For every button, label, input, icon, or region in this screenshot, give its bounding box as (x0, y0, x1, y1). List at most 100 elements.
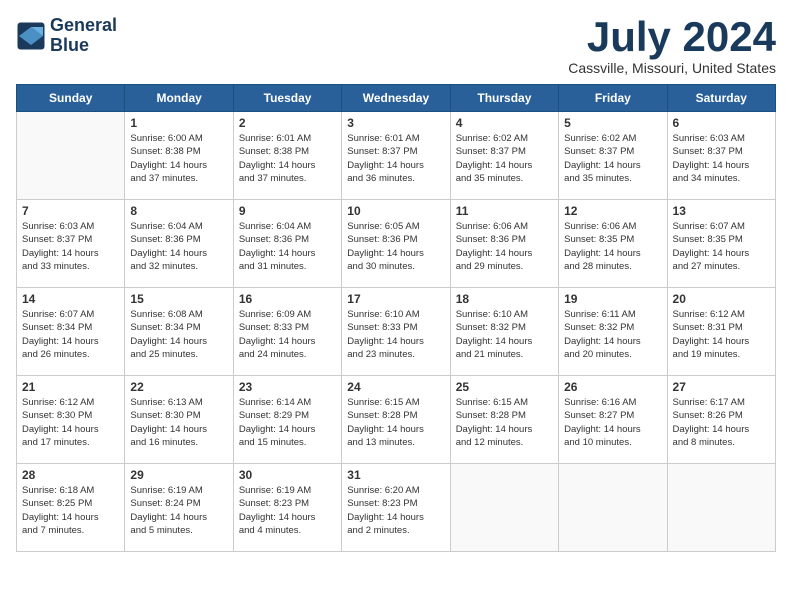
day-number: 3 (347, 116, 444, 130)
calendar-week-4: 21 Sunrise: 6:12 AM Sunset: 8:30 PM Dayli… (17, 376, 776, 464)
calendar-cell: 18 Sunrise: 6:10 AM Sunset: 8:32 PM Dayli… (450, 288, 558, 376)
title-block: July 2024 Cassville, Missouri, United St… (568, 16, 776, 76)
cell-info: Sunrise: 6:14 AM Sunset: 8:29 PM Dayligh… (239, 396, 336, 449)
day-number: 28 (22, 468, 119, 482)
cell-info: Sunrise: 6:03 AM Sunset: 8:37 PM Dayligh… (22, 220, 119, 273)
calendar-cell: 13 Sunrise: 6:07 AM Sunset: 8:35 PM Dayli… (667, 200, 775, 288)
day-number: 9 (239, 204, 336, 218)
day-number: 13 (673, 204, 770, 218)
day-number: 10 (347, 204, 444, 218)
day-number: 6 (673, 116, 770, 130)
calendar-cell: 22 Sunrise: 6:13 AM Sunset: 8:30 PM Dayli… (125, 376, 233, 464)
cell-info: Sunrise: 6:12 AM Sunset: 8:31 PM Dayligh… (673, 308, 770, 361)
calendar-cell: 4Sunrise: 6:02 AM Sunset: 8:37 PM Daylig… (450, 112, 558, 200)
day-number: 20 (673, 292, 770, 306)
calendar-week-3: 14Sunrise: 6:07 AM Sunset: 8:34 PM Dayli… (17, 288, 776, 376)
calendar-cell: 6 Sunrise: 6:03 AM Sunset: 8:37 PM Daylig… (667, 112, 775, 200)
calendar-cell: 7 Sunrise: 6:03 AM Sunset: 8:37 PM Daylig… (17, 200, 125, 288)
calendar-body: 1Sunrise: 6:00 AM Sunset: 8:38 PM Daylig… (17, 112, 776, 552)
cell-info: Sunrise: 6:03 AM Sunset: 8:37 PM Dayligh… (673, 132, 770, 185)
cell-info: Sunrise: 6:11 AM Sunset: 8:32 PM Dayligh… (564, 308, 661, 361)
day-number: 27 (673, 380, 770, 394)
day-number: 2 (239, 116, 336, 130)
day-header-saturday: Saturday (667, 85, 775, 112)
day-number: 18 (456, 292, 553, 306)
day-number: 29 (130, 468, 227, 482)
calendar-cell: 12Sunrise: 6:06 AM Sunset: 8:35 PM Dayli… (559, 200, 667, 288)
calendar-cell: 28 Sunrise: 6:18 AM Sunset: 8:25 PM Dayli… (17, 464, 125, 552)
day-number: 24 (347, 380, 444, 394)
logo-icon (16, 21, 46, 51)
day-number: 31 (347, 468, 444, 482)
cell-info: Sunrise: 6:06 AM Sunset: 8:36 PM Dayligh… (456, 220, 553, 273)
day-number: 4 (456, 116, 553, 130)
cell-info: Sunrise: 6:15 AM Sunset: 8:28 PM Dayligh… (456, 396, 553, 449)
cell-info: Sunrise: 6:17 AM Sunset: 8:26 PM Dayligh… (673, 396, 770, 449)
calendar-week-1: 1Sunrise: 6:00 AM Sunset: 8:38 PM Daylig… (17, 112, 776, 200)
day-number: 25 (456, 380, 553, 394)
calendar-week-2: 7 Sunrise: 6:03 AM Sunset: 8:37 PM Daylig… (17, 200, 776, 288)
cell-info: Sunrise: 6:05 AM Sunset: 8:36 PM Dayligh… (347, 220, 444, 273)
cell-info: Sunrise: 6:19 AM Sunset: 8:24 PM Dayligh… (130, 484, 227, 537)
cell-info: Sunrise: 6:07 AM Sunset: 8:35 PM Dayligh… (673, 220, 770, 273)
calendar-cell: 30Sunrise: 6:19 AM Sunset: 8:23 PM Dayli… (233, 464, 341, 552)
day-number: 15 (130, 292, 227, 306)
cell-info: Sunrise: 6:18 AM Sunset: 8:25 PM Dayligh… (22, 484, 119, 537)
calendar-cell: 11 Sunrise: 6:06 AM Sunset: 8:36 PM Dayli… (450, 200, 558, 288)
logo: General Blue (16, 16, 117, 56)
page-header: General Blue July 2024 Cassville, Missou… (16, 16, 776, 76)
calendar-cell: 14Sunrise: 6:07 AM Sunset: 8:34 PM Dayli… (17, 288, 125, 376)
day-number: 17 (347, 292, 444, 306)
day-header-sunday: Sunday (17, 85, 125, 112)
calendar-cell: 25 Sunrise: 6:15 AM Sunset: 8:28 PM Dayli… (450, 376, 558, 464)
calendar-cell: 17 Sunrise: 6:10 AM Sunset: 8:33 PM Dayli… (342, 288, 450, 376)
day-number: 11 (456, 204, 553, 218)
cell-info: Sunrise: 6:13 AM Sunset: 8:30 PM Dayligh… (130, 396, 227, 449)
calendar-cell (667, 464, 775, 552)
calendar-cell: 31 Sunrise: 6:20 AM Sunset: 8:23 PM Dayli… (342, 464, 450, 552)
cell-info: Sunrise: 6:01 AM Sunset: 8:37 PM Dayligh… (347, 132, 444, 185)
cell-info: Sunrise: 6:15 AM Sunset: 8:28 PM Dayligh… (347, 396, 444, 449)
day-header-tuesday: Tuesday (233, 85, 341, 112)
day-number: 7 (22, 204, 119, 218)
calendar-cell: 23 Sunrise: 6:14 AM Sunset: 8:29 PM Dayli… (233, 376, 341, 464)
calendar-cell: 21 Sunrise: 6:12 AM Sunset: 8:30 PM Dayli… (17, 376, 125, 464)
cell-info: Sunrise: 6:04 AM Sunset: 8:36 PM Dayligh… (239, 220, 336, 273)
calendar-table: SundayMondayTuesdayWednesdayThursdayFrid… (16, 84, 776, 552)
cell-info: Sunrise: 6:02 AM Sunset: 8:37 PM Dayligh… (564, 132, 661, 185)
day-number: 12 (564, 204, 661, 218)
calendar-cell: 10 Sunrise: 6:05 AM Sunset: 8:36 PM Dayli… (342, 200, 450, 288)
day-number: 5 (564, 116, 661, 130)
location: Cassville, Missouri, United States (568, 60, 776, 76)
day-number: 23 (239, 380, 336, 394)
cell-info: Sunrise: 6:07 AM Sunset: 8:34 PM Dayligh… (22, 308, 119, 361)
day-number: 8 (130, 204, 227, 218)
cell-info: Sunrise: 6:20 AM Sunset: 8:23 PM Dayligh… (347, 484, 444, 537)
calendar-cell: 15Sunrise: 6:08 AM Sunset: 8:34 PM Dayli… (125, 288, 233, 376)
calendar-cell: 1Sunrise: 6:00 AM Sunset: 8:38 PM Daylig… (125, 112, 233, 200)
cell-info: Sunrise: 6:09 AM Sunset: 8:33 PM Dayligh… (239, 308, 336, 361)
calendar-cell: 2Sunrise: 6:01 AM Sunset: 8:38 PM Daylig… (233, 112, 341, 200)
day-header-monday: Monday (125, 85, 233, 112)
calendar-cell: 9 Sunrise: 6:04 AM Sunset: 8:36 PM Daylig… (233, 200, 341, 288)
day-number: 30 (239, 468, 336, 482)
calendar-cell (450, 464, 558, 552)
day-number: 22 (130, 380, 227, 394)
cell-info: Sunrise: 6:12 AM Sunset: 8:30 PM Dayligh… (22, 396, 119, 449)
calendar-header-row: SundayMondayTuesdayWednesdayThursdayFrid… (17, 85, 776, 112)
day-number: 16 (239, 292, 336, 306)
calendar-cell: 26 Sunrise: 6:16 AM Sunset: 8:27 PM Dayli… (559, 376, 667, 464)
calendar-cell: 19 Sunrise: 6:11 AM Sunset: 8:32 PM Dayli… (559, 288, 667, 376)
calendar-cell: 5 Sunrise: 6:02 AM Sunset: 8:37 PM Daylig… (559, 112, 667, 200)
cell-info: Sunrise: 6:10 AM Sunset: 8:33 PM Dayligh… (347, 308, 444, 361)
cell-info: Sunrise: 6:16 AM Sunset: 8:27 PM Dayligh… (564, 396, 661, 449)
cell-info: Sunrise: 6:10 AM Sunset: 8:32 PM Dayligh… (456, 308, 553, 361)
calendar-cell (17, 112, 125, 200)
calendar-cell: 8 Sunrise: 6:04 AM Sunset: 8:36 PM Daylig… (125, 200, 233, 288)
day-number: 26 (564, 380, 661, 394)
day-header-wednesday: Wednesday (342, 85, 450, 112)
calendar-cell: 20 Sunrise: 6:12 AM Sunset: 8:31 PM Dayli… (667, 288, 775, 376)
cell-info: Sunrise: 6:04 AM Sunset: 8:36 PM Dayligh… (130, 220, 227, 273)
day-number: 19 (564, 292, 661, 306)
day-number: 21 (22, 380, 119, 394)
